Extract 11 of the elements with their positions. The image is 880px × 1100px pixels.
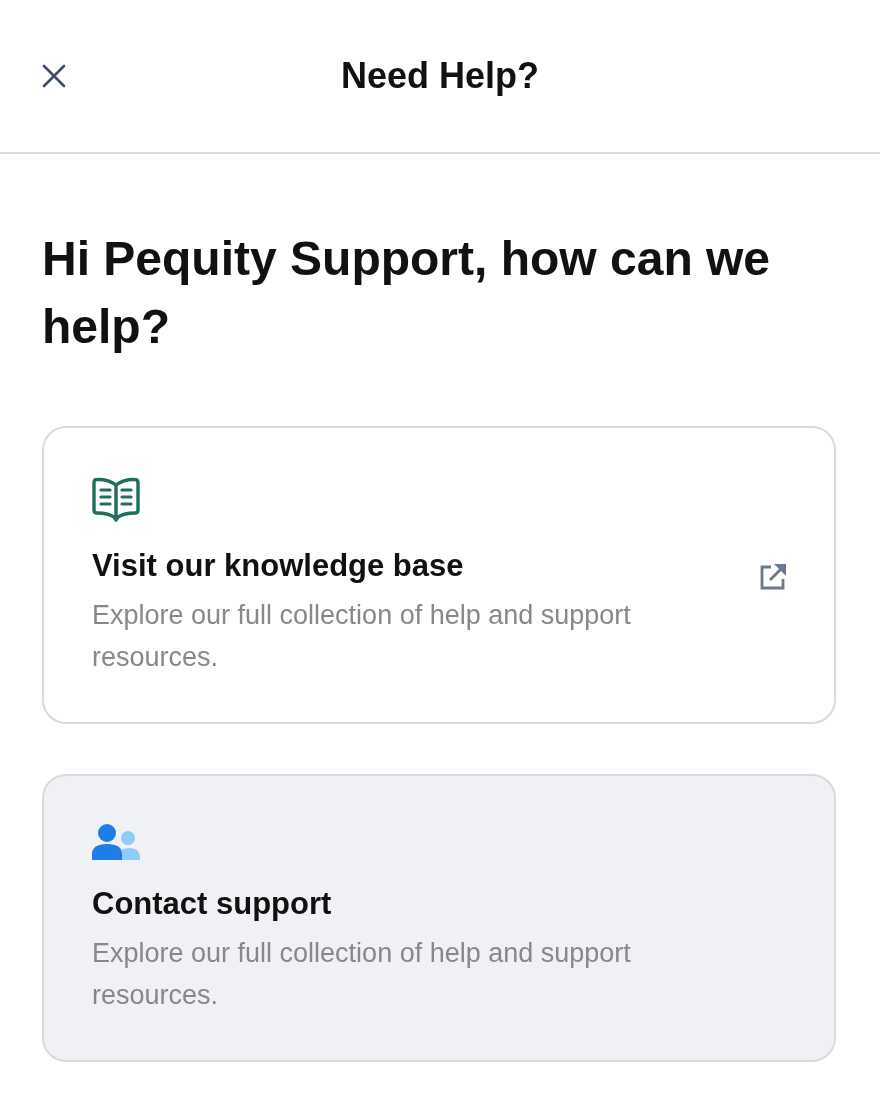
option-title: Visit our knowledge base: [92, 547, 465, 585]
close-icon: [42, 64, 66, 88]
option-description: Explore our full collection of help and support resources.: [92, 937, 632, 1012]
option-title: Contact support: [92, 885, 333, 923]
people-icon: [92, 824, 140, 860]
help-option-card[interactable]: Contact support Explore our full collection of help and support resources.: [42, 774, 836, 1062]
help-option-card[interactable]: Visit our knowledge base Explore our full collection of help and support resources.: [42, 426, 836, 724]
dialog-title: Need Help?: [340, 54, 539, 98]
greeting-heading: Hi Pequity Support, how can we help?: [42, 231, 772, 355]
option-description: Explore our full collection of help and support resources.: [92, 599, 632, 674]
book-icon: [92, 476, 140, 522]
